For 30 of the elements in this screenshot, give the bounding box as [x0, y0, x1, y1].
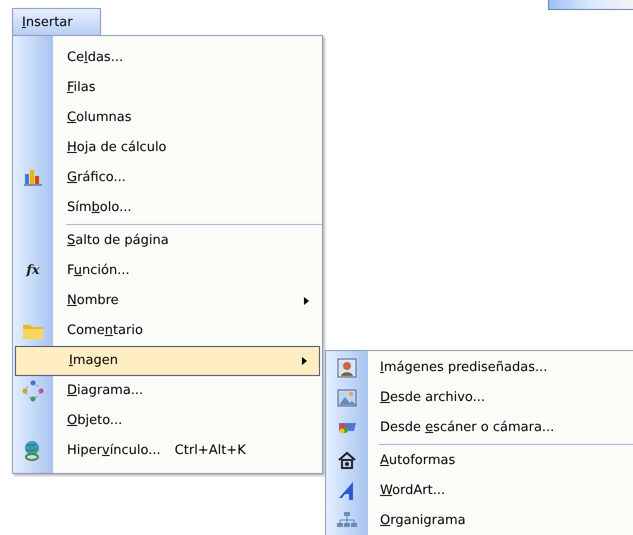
function-icon: fx [26, 261, 40, 281]
menu-item[interactable]: Gráfico... [53, 163, 322, 193]
menu-item[interactable]: Autoformas [368, 446, 633, 476]
menu-item[interactable]: Filas [53, 73, 322, 103]
menu-title[interactable]: Insertar [12, 8, 101, 36]
menu-item[interactable]: Imágenes prediseñadas... [368, 353, 633, 383]
menu-item[interactable]: Comentario [53, 316, 322, 346]
menu-item[interactable]: Nombre [53, 286, 322, 316]
folder-icon [22, 322, 44, 340]
menu-item[interactable]: Salto de página [53, 226, 322, 256]
menu-item[interactable]: Organigrama [368, 506, 633, 535]
menu-item[interactable]: WordArt... [368, 476, 633, 506]
landscape-picture-icon [337, 388, 357, 408]
menu-item[interactable]: Objeto... [53, 406, 322, 436]
menu-item[interactable]: Columnas [53, 103, 322, 133]
shortcut-label: Ctrl+Alt+K [174, 442, 246, 460]
menu-item[interactable]: Símbolo... [53, 193, 322, 223]
scanner-icon [338, 422, 356, 434]
diagram-icon [22, 380, 44, 402]
menu-item[interactable]: Función... [53, 256, 322, 286]
menu-item[interactable]: Hoja de cálculo [53, 133, 322, 163]
menu-item[interactable]: Imagen [15, 346, 320, 376]
menu-item[interactable]: Hipervínculo... Ctrl+Alt+K [53, 436, 322, 466]
menu-item[interactable]: Celdas... [53, 43, 322, 73]
menu-item[interactable]: Desde archivo... [368, 383, 633, 413]
shapes-icon [337, 451, 357, 471]
clipart-icon [337, 358, 357, 378]
menu-item[interactable]: Desde escáner o cámara... [368, 413, 633, 443]
menu-item[interactable]: Diagrama... [53, 376, 322, 406]
chart-icon [22, 168, 44, 188]
